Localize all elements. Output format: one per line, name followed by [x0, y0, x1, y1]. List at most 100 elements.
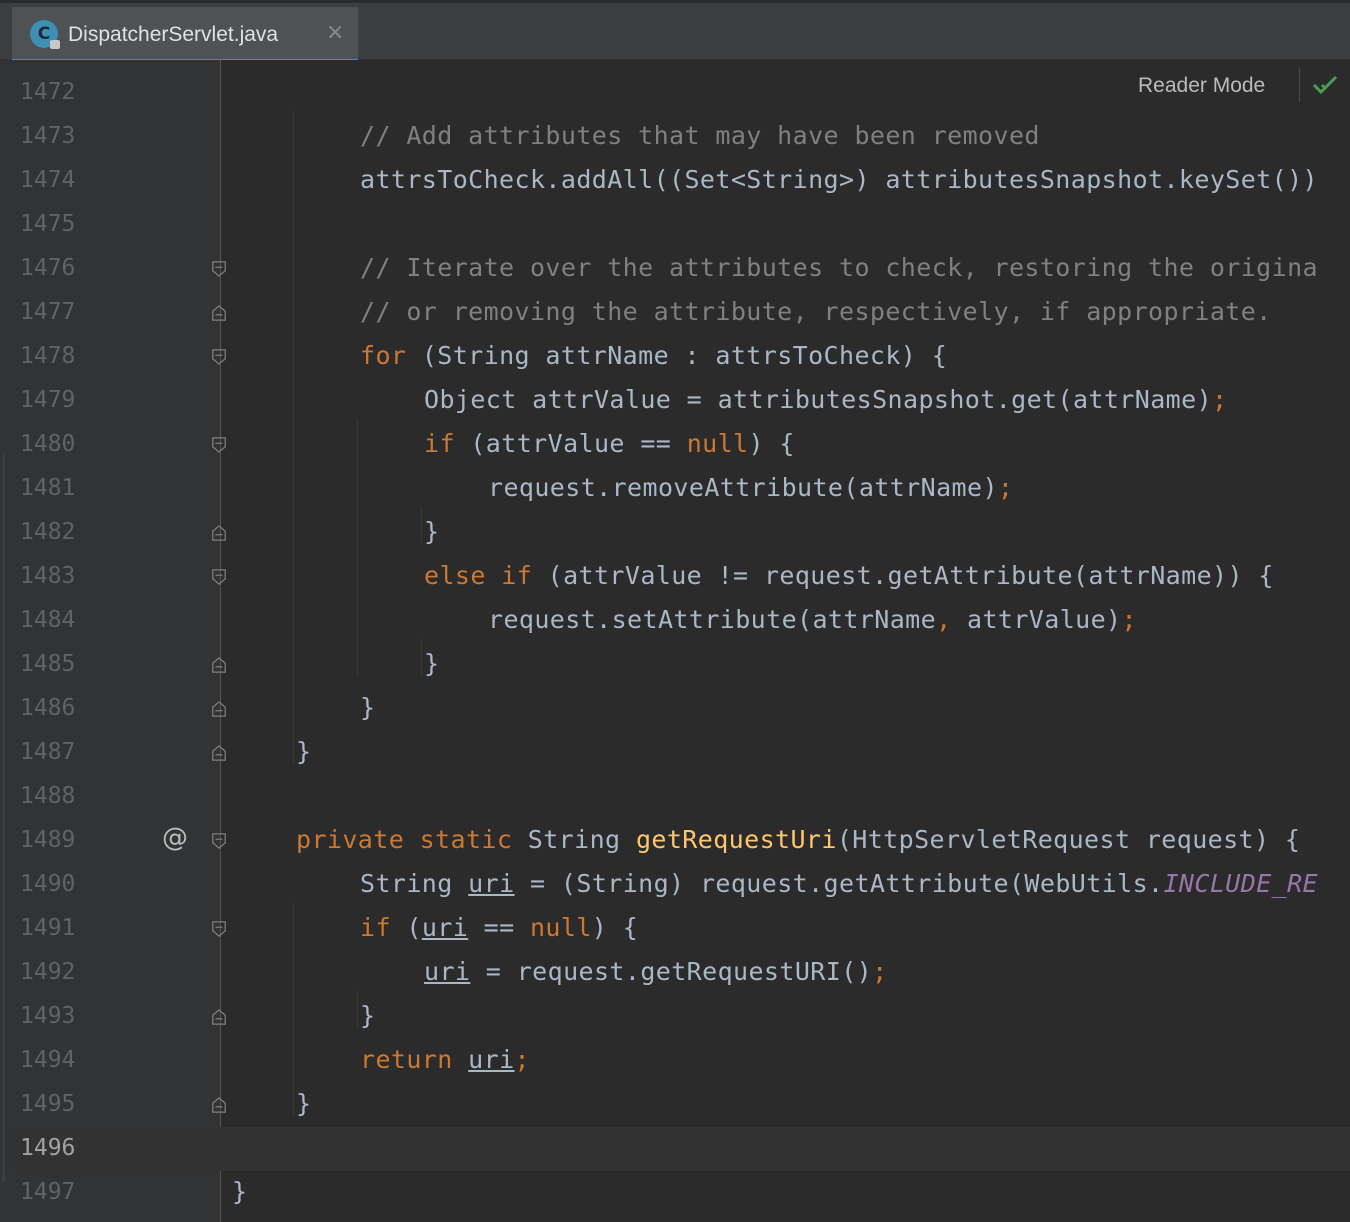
line-number[interactable]: 1474 [20, 167, 90, 193]
code-token: ) { [748, 429, 795, 458]
code-line[interactable]: 1492 uri = request.getRequestURI(); [12, 951, 1350, 995]
indent-guide [421, 639, 422, 675]
toolbar-separator [1299, 68, 1300, 102]
fold-collapse-icon[interactable] [211, 920, 227, 938]
line-number[interactable]: 1486 [20, 695, 90, 721]
line-number[interactable]: 1479 [20, 387, 90, 413]
line-number[interactable]: 1494 [20, 1047, 90, 1073]
line-number[interactable]: 1484 [20, 607, 90, 633]
code-token: null [686, 429, 749, 458]
indent-guide [357, 419, 358, 675]
code-text: } [360, 1001, 375, 1030]
fold-collapse-icon[interactable] [211, 832, 227, 850]
line-number[interactable]: 1496 [20, 1135, 90, 1161]
code-token: String [527, 825, 636, 854]
code-token: } [424, 649, 440, 678]
tab-title: DispatcherServlet.java [68, 23, 279, 46]
fold-collapse-icon[interactable] [211, 348, 227, 366]
code-token: ; [1212, 385, 1228, 414]
code-line[interactable]: 1496 [12, 1127, 1350, 1171]
line-number[interactable]: 1472 [20, 79, 90, 105]
inspection-ok-icon[interactable] [1312, 74, 1338, 96]
code-text: return uri; [360, 1045, 530, 1074]
reader-mode-button[interactable]: Reader Mode [1138, 74, 1265, 98]
code-line[interactable]: 1481 request.removeAttribute(attrName); [12, 467, 1350, 511]
code-token: } [424, 517, 440, 546]
code-line[interactable]: 1494 return uri; [12, 1039, 1350, 1083]
code-text: // or removing the attribute, respective… [360, 297, 1272, 326]
code-line[interactable]: 1474 attrsToCheck.addAll((Set<String>) at… [12, 159, 1350, 203]
code-text: if (uri == null) { [360, 913, 638, 942]
code-token: for [360, 341, 422, 370]
line-number[interactable]: 1476 [20, 255, 90, 281]
fold-end-icon[interactable] [211, 656, 227, 674]
code-editor[interactable]: 1472 1473 // Add attributes that may have … [12, 60, 1350, 1222]
code-text: } [296, 737, 311, 766]
fold-collapse-icon[interactable] [211, 260, 227, 278]
close-icon[interactable]: × [326, 20, 344, 45]
code-token: ; [1121, 605, 1137, 634]
line-number[interactable]: 1485 [20, 651, 90, 677]
code-text: } [296, 1089, 311, 1118]
code-line[interactable]: 1484 request.setAttribute(attrName, attrV… [12, 599, 1350, 643]
line-number[interactable]: 1489 [20, 827, 90, 853]
code-token: ) { [591, 913, 639, 942]
code-text: uri = request.getRequestURI(); [424, 957, 888, 986]
fold-end-icon[interactable] [211, 700, 227, 718]
line-number[interactable]: 1495 [20, 1091, 90, 1117]
code-line[interactable]: 1475 [12, 203, 1350, 247]
code-token: uri [468, 1045, 515, 1074]
code-line[interactable]: 1473 // Add attributes that may have been… [12, 115, 1350, 159]
code-token: // Add attributes that may have been rem… [360, 121, 1040, 150]
code-text: for (String attrName : attrsToCheck) { [360, 341, 947, 370]
line-number[interactable]: 1490 [20, 871, 90, 897]
scroll-marker [2, 455, 5, 1182]
code-token: request.setAttribute(attrName [488, 605, 937, 634]
line-number[interactable]: 1488 [20, 783, 90, 809]
indent-guide [293, 111, 294, 763]
line-number[interactable]: 1473 [20, 123, 90, 149]
code-token: (attrValue != request.getAttribute(attrN… [547, 561, 1274, 590]
fold-end-icon[interactable] [211, 524, 227, 542]
code-line[interactable]: 1488 [12, 775, 1350, 819]
fold-collapse-icon[interactable] [211, 568, 227, 586]
code-token: == [468, 913, 530, 942]
fold-end-icon[interactable] [211, 304, 227, 322]
code-text: attrsToCheck.addAll((Set<String>) attrib… [360, 165, 1318, 194]
line-number[interactable]: 1478 [20, 343, 90, 369]
line-number[interactable]: 1480 [20, 431, 90, 457]
code-token: } [296, 737, 312, 766]
code-line[interactable]: 1479 Object attrValue = attributesSnapsho… [12, 379, 1350, 423]
line-number[interactable]: 1481 [20, 475, 90, 501]
line-number[interactable]: 1497 [20, 1179, 90, 1205]
code-line[interactable]: 1490 String uri = (String) request.getAtt… [12, 863, 1350, 907]
line-number[interactable]: 1487 [20, 739, 90, 765]
code-token: uri [421, 913, 469, 942]
code-line[interactable]: 1497} [12, 1171, 1350, 1215]
left-tool-strip [0, 60, 12, 1222]
line-number[interactable]: 1483 [20, 563, 90, 589]
line-number[interactable]: 1492 [20, 959, 90, 985]
line-number[interactable]: 1493 [20, 1003, 90, 1029]
code-text: } [360, 693, 375, 722]
indent-guide [421, 507, 422, 543]
override-annotation-icon[interactable]: @ [162, 823, 188, 853]
code-token: ( [406, 913, 422, 942]
fold-collapse-icon[interactable] [211, 436, 227, 454]
code-token: uri [424, 957, 471, 986]
code-text: // Iterate over the attributes to check,… [360, 253, 1318, 282]
code-token: if [360, 913, 407, 942]
line-number[interactable]: 1477 [20, 299, 90, 325]
fold-end-icon[interactable] [211, 1008, 227, 1026]
line-number[interactable]: 1475 [20, 211, 90, 237]
line-number[interactable]: 1482 [20, 519, 90, 545]
line-number[interactable]: 1491 [20, 915, 90, 941]
tab-dispatcher-servlet[interactable]: C DispatcherServlet.java × [12, 7, 358, 63]
fold-end-icon[interactable] [211, 744, 227, 762]
code-token: getRequestUri [635, 825, 837, 854]
code-token: } [360, 693, 376, 722]
fold-end-icon[interactable] [211, 1096, 227, 1114]
editor-tab-bar: C DispatcherServlet.java × [0, 0, 1350, 63]
code-token: // Iterate over the attributes to check,… [360, 253, 1318, 282]
code-token: request.removeAttribute(attrName) [488, 473, 998, 502]
